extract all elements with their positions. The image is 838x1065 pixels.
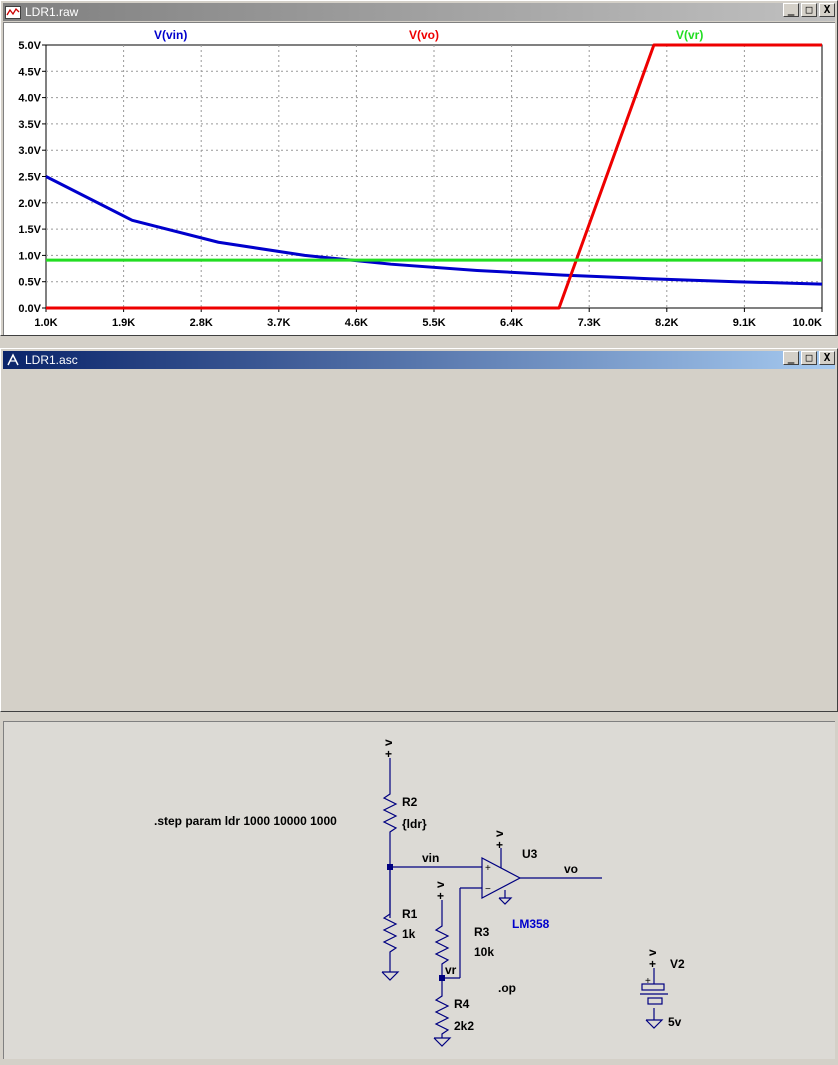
op-directive[interactable]: .op xyxy=(498,981,516,995)
schematic-canvas[interactable]: v + v + v + v + .step param ldr 1000 100… xyxy=(3,721,835,1059)
supply-label: v xyxy=(492,830,506,837)
junction-dot-vin xyxy=(387,864,393,870)
y-tick-label: 2.0V xyxy=(18,198,41,210)
supply-plus: + xyxy=(649,957,656,971)
x-tick-label: 2.8K xyxy=(190,317,213,329)
r3-ref[interactable]: R3 xyxy=(474,925,490,939)
y-tick-label: 0.0V xyxy=(18,303,41,315)
y-tick-label: 1.0V xyxy=(18,250,41,262)
y-tick-label: 0.5V xyxy=(18,277,41,289)
step-directive[interactable]: .step param ldr 1000 10000 1000 xyxy=(154,814,337,828)
x-tick-label: 8.2K xyxy=(655,317,678,329)
y-tick-label: 4.5V xyxy=(18,66,41,78)
supply-label: v xyxy=(433,881,447,888)
u3-value[interactable]: LM358 xyxy=(512,917,550,931)
x-tick-label: 9.1K xyxy=(733,317,756,329)
y-tick-label: 5.0V xyxy=(18,40,41,52)
x-tick-label: 1.0K xyxy=(34,317,57,329)
battery-plus: + xyxy=(645,976,651,987)
opamp-plus-input: + xyxy=(485,863,491,874)
supply-label: v xyxy=(381,739,395,746)
y-tick-label: 3.0V xyxy=(18,145,41,157)
waveform-chart[interactable]: 1.0K 1.9K 2.8K 3.7K 4.6K 5.5K 6.4K 7.3K 8.2K 9.1K… xyxy=(4,23,836,336)
r4-value[interactable]: 2k2 xyxy=(454,1019,474,1033)
x-tick-label: 7.3K xyxy=(578,317,601,329)
r3-value[interactable]: 10k xyxy=(474,945,494,959)
y-tick-label: 1.5V xyxy=(18,224,41,236)
waveform-titlebar[interactable]: LDR1.raw xyxy=(3,3,835,21)
plot-area[interactable]: 1.0K 1.9K 2.8K 3.7K 4.6K 5.5K 6.4K 7.3K 8.2K 9.1K… xyxy=(3,22,835,335)
x-tick-label: 10.0K xyxy=(793,317,822,329)
supply-plus: + xyxy=(496,838,503,852)
maximize-button[interactable]: □ xyxy=(801,3,817,17)
schematic-icon xyxy=(5,353,21,367)
legend-entry[interactable]: V(vin) xyxy=(154,28,187,42)
u3-ref[interactable]: U3 xyxy=(522,847,538,861)
supply-label: v xyxy=(645,949,659,956)
close-button[interactable]: X xyxy=(819,351,835,365)
r4-ref[interactable]: R4 xyxy=(454,997,470,1011)
waveform-window[interactable]: LDR1.raw _ □ X 1.0K 1.9K 2.8K 3.7K 4.6K 5.5K 6… xyxy=(0,0,838,336)
minimize-button[interactable]: _ xyxy=(783,351,799,365)
x-tick-label: 1.9K xyxy=(112,317,135,329)
close-button[interactable]: X xyxy=(819,3,835,17)
r2-value[interactable]: {ldr} xyxy=(402,817,427,831)
schematic-titlebar[interactable]: LDR1.asc xyxy=(3,351,835,369)
schematic-window-title: LDR1.asc xyxy=(25,353,78,367)
opamp-minus-input: − xyxy=(485,884,491,895)
net-label-vr[interactable]: vr xyxy=(445,963,457,977)
x-tick-label: 6.4K xyxy=(500,317,523,329)
v2-ref[interactable]: V2 xyxy=(670,957,685,971)
waveform-window-title: LDR1.raw xyxy=(25,5,79,19)
r2-ref[interactable]: R2 xyxy=(402,795,418,809)
x-tick-label: 5.5K xyxy=(422,317,445,329)
maximize-button[interactable]: □ xyxy=(801,351,817,365)
schematic-drawing[interactable]: v + v + v + v + .step param ldr 1000 100… xyxy=(4,722,836,1060)
supply-plus: + xyxy=(385,747,392,761)
schematic-window[interactable]: LDR1.asc _ □ X v + v + v + v + .step par… xyxy=(0,348,838,1059)
r1-ref[interactable]: R1 xyxy=(402,907,418,921)
minimize-button[interactable]: _ xyxy=(783,3,799,17)
y-tick-label: 3.5V xyxy=(18,119,41,131)
waveform-icon xyxy=(5,5,21,19)
y-tick-label: 4.0V xyxy=(18,93,41,105)
legend-entry[interactable]: V(vo) xyxy=(409,28,439,42)
net-label-vo[interactable]: vo xyxy=(564,862,578,876)
x-tick-label: 3.7K xyxy=(267,317,290,329)
x-tick-label: 4.6K xyxy=(345,317,368,329)
legend-entry[interactable]: V(vr) xyxy=(676,28,703,42)
net-label-vin[interactable]: vin xyxy=(422,851,439,865)
v2-value[interactable]: 5v xyxy=(668,1015,682,1029)
r1-value[interactable]: 1k xyxy=(402,927,416,941)
y-tick-label: 2.5V xyxy=(18,172,41,184)
supply-plus: + xyxy=(437,889,444,903)
